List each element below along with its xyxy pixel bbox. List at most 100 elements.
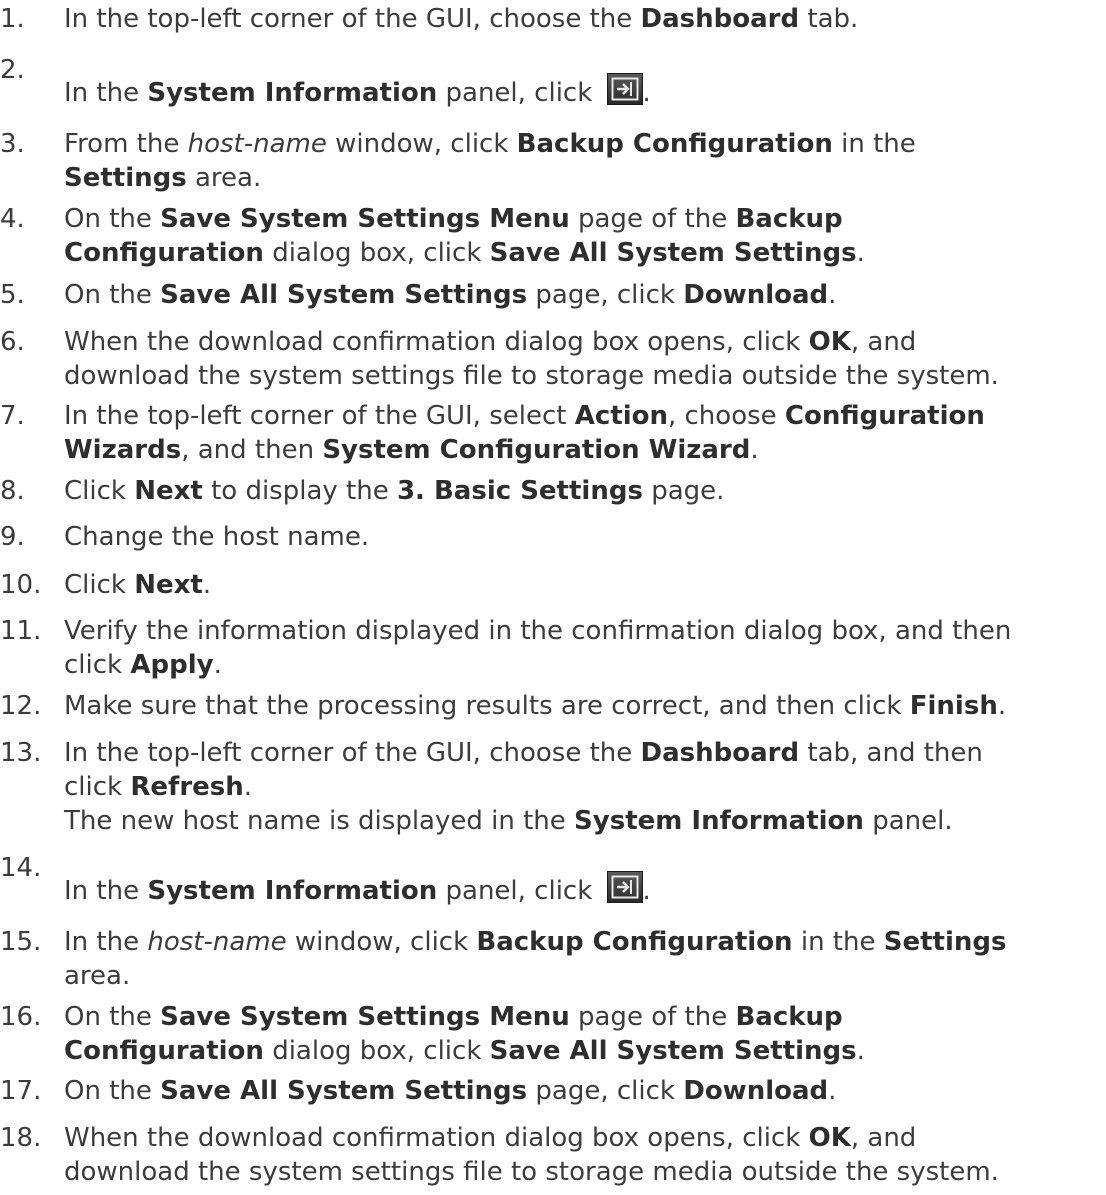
italic-term: host-name (187, 129, 327, 159)
bold-term: System Information (147, 78, 438, 108)
text-run: On the (64, 280, 161, 310)
text-run: On the (64, 204, 161, 234)
procedure-step: 5. On the Save All System Settings page, … (0, 278, 1106, 312)
bold-term: Download (683, 280, 829, 310)
text-run: page of the (569, 1002, 736, 1032)
step-number: 1. (0, 4, 25, 34)
bold-term: OK (808, 1123, 851, 1153)
bold-term: Dashboard (640, 738, 800, 768)
text-run: . (750, 435, 759, 465)
text-run: panel. (863, 806, 953, 836)
text-run: in the (792, 927, 884, 957)
text-run: On the (64, 1002, 161, 1032)
bold-term: Action (574, 401, 668, 431)
text-run: . (856, 1036, 865, 1066)
step-text: Click Next. (64, 568, 1106, 602)
step-number: 17. (0, 1076, 42, 1106)
text-run: area. (186, 163, 262, 193)
text-run: From the (64, 129, 188, 159)
procedure-step: 2. In the System Information panel, click… (0, 53, 1106, 108)
text-run: window, click (286, 927, 477, 957)
procedure-step: 6. When the download confirmation dialog … (0, 325, 1106, 393)
step-text: On the Save System Settings Menu page of… (64, 1000, 1106, 1068)
step-text: Verify the information displayed in the … (64, 614, 1106, 682)
panel-open-icon (606, 871, 643, 903)
text-run: , and (850, 327, 917, 357)
step-number: 2. (0, 55, 25, 85)
step-number: 16. (0, 1002, 42, 1032)
text-run: . (243, 772, 253, 802)
step-text: In the top-left corner of the GUI, choos… (64, 736, 1106, 838)
text-run: panel, click (437, 876, 601, 906)
text-run: When the download confirmation dialog bo… (64, 327, 809, 357)
step-text: Make sure that the processing results ar… (64, 689, 1106, 723)
text-run: . (642, 876, 651, 906)
text-run: In the top-left corner of the GUI, choos… (64, 738, 641, 768)
bold-term: Settings (883, 927, 1007, 957)
text-run: panel, click (437, 78, 601, 108)
text-run: When the download confirmation dialog bo… (64, 1123, 809, 1153)
text-run: , choose (667, 401, 785, 431)
step-text: On the Save All System Settings page, cl… (64, 278, 1106, 312)
procedure-step: 3. From the host-name window, click Backu… (0, 127, 1106, 195)
step-line: click Apply. (64, 648, 1106, 682)
step-text: Change the host name. (64, 520, 1106, 554)
bold-term: OK (808, 327, 851, 357)
step-line: On the Save All System Settings page, cl… (64, 1074, 1106, 1108)
bold-term: System Information (574, 806, 864, 836)
step-line: Make sure that the processing results ar… (64, 689, 1106, 723)
procedure-step: 9. Change the host name. (0, 520, 1106, 554)
step-number: 3. (0, 129, 25, 159)
step-number: 13. (0, 738, 42, 768)
bold-term: Configuration (64, 238, 264, 268)
text-run: download the system settings file to sto… (64, 361, 999, 391)
step-number: 6. (0, 327, 25, 357)
text-run: click (64, 650, 131, 680)
step-line: download the system settings file to sto… (64, 359, 1106, 393)
text-run: , and (850, 1123, 917, 1153)
step-text: When the download confirmation dialog bo… (64, 1121, 1106, 1189)
step-line: In the top-left corner of the GUI, choos… (64, 2, 1106, 36)
step-line: On the Save System Settings Menu page of… (64, 1000, 1106, 1034)
text-run: In the (64, 927, 148, 957)
bold-term: Next (134, 476, 203, 506)
bold-term: Refresh (130, 772, 244, 802)
text-run: . (828, 1076, 837, 1106)
procedure-step: 1. In the top-left corner of the GUI, cho… (0, 2, 1106, 36)
step-line: area. (64, 959, 1106, 993)
step-line: On the Save System Settings Menu page of… (64, 202, 1106, 236)
text-run: Click (64, 570, 135, 600)
text-run: The new host name is displayed in the (64, 806, 575, 836)
step-line: In the host-name window, click Backup Co… (64, 925, 1106, 959)
step-line: click Refresh. (64, 770, 1106, 804)
bold-term: Wizards (64, 435, 182, 465)
procedure-step: 10. Click Next. (0, 568, 1106, 602)
text-run: . (642, 78, 651, 108)
text-run: , and then (181, 435, 323, 465)
procedure-document: 1. In the top-left corner of the GUI, cho… (0, 0, 1106, 1195)
step-line: Verify the information displayed in the … (64, 614, 1106, 648)
bold-term: Next (134, 570, 203, 600)
procedure-step: 17. On the Save All System Settings page,… (0, 1074, 1106, 1108)
procedure-step: 13. In the top-left corner of the GUI, ch… (0, 736, 1106, 838)
step-number: 12. (0, 691, 42, 721)
procedure-step: 16. On the Save System Settings Menu page… (0, 1000, 1106, 1068)
text-run: In the top-left corner of the GUI, selec… (64, 401, 575, 431)
bold-term: Dashboard (640, 4, 800, 34)
bold-term: Backup (735, 204, 843, 234)
text-run: . (202, 570, 212, 600)
bold-term: Save All System Settings (489, 1036, 857, 1066)
step-number: 14. (0, 853, 42, 883)
step-text: In the top-left corner of the GUI, choos… (64, 2, 1106, 36)
text-run: In the top-left corner of the GUI, choos… (64, 4, 641, 34)
step-line: From the host-name window, click Backup … (64, 127, 1106, 161)
step-line: In the System Information panel, click . (64, 871, 1106, 906)
step-number: 9. (0, 522, 25, 552)
bold-term: Apply (130, 650, 214, 680)
step-number: 7. (0, 401, 25, 431)
text-run: Change the host name. (64, 522, 370, 552)
bold-term: Save All System Settings (489, 238, 857, 268)
procedure-step: 7. In the top-left corner of the GUI, sel… (0, 399, 1106, 467)
text-run: area. (64, 961, 131, 991)
bold-term: Save System Settings Menu (160, 204, 570, 234)
